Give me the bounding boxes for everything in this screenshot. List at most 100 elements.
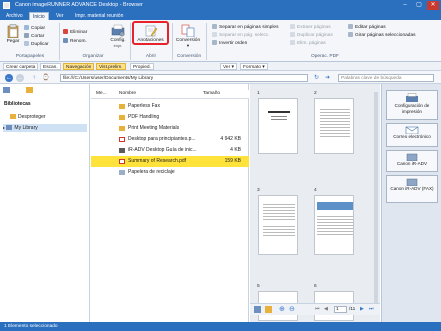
zoom-in-icon[interactable]: ⊕ (279, 305, 285, 313)
split-selected-icon (212, 32, 217, 38)
annotations-button[interactable]: Anotaciones (132, 21, 169, 45)
tab-inicio[interactable]: Inicio (29, 12, 49, 20)
history-icon[interactable]: ⌚ (42, 74, 50, 82)
group-label-portapapeles: Portapapeles (15, 54, 45, 59)
email-icon (405, 126, 419, 134)
cut-button[interactable]: Cortar (24, 33, 44, 40)
file-row[interactable]: Papelera de reciclaje (91, 167, 249, 178)
duplicate-button[interactable]: Duplicar (24, 41, 49, 48)
file-name: Desktop para principiantes.p... (128, 136, 196, 142)
delete-pages-button[interactable]: Elim. páginas (290, 40, 326, 47)
chevron-right-icon[interactable]: ▸ (3, 125, 5, 130)
page-thumbnail[interactable] (314, 98, 354, 154)
rotate-pages-button[interactable]: Girar páginas seleccionadas (348, 32, 416, 39)
printer-settings-icon (111, 24, 125, 37)
print-settings-output-button[interactable]: Configuración de impresión (386, 90, 438, 120)
back-arrow-icon[interactable]: ← (5, 74, 13, 82)
file-row[interactable]: Desktop para principiantes.p... 4 942 KB (91, 134, 249, 145)
close-icon[interactable]: ✕ (427, 1, 439, 10)
page-thumbnail[interactable] (314, 195, 354, 255)
zoom-out-icon[interactable]: ⊖ (289, 305, 295, 313)
chevron-down-icon: ▾ (262, 65, 265, 70)
thumbnail-view-icon[interactable] (254, 306, 261, 313)
delete-pages-label: Elim. páginas (297, 41, 326, 46)
split-pages-button[interactable]: Separar en páginas simples (212, 24, 278, 31)
page-thumbnail[interactable] (258, 195, 298, 255)
folder-icon (119, 126, 125, 131)
page-number-input[interactable]: 1 (334, 306, 347, 313)
edit-pages-icon (348, 24, 353, 30)
file-row[interactable]: PDF Handling (91, 112, 249, 123)
prev-page-icon[interactable]: ◀ (324, 306, 328, 312)
delete-pages-icon (290, 40, 295, 46)
conversion-button[interactable]: Conversión ▼ (174, 24, 202, 48)
address-input[interactable]: file:///C:/Users/user/Documents/My Libra… (60, 74, 308, 82)
file-row[interactable]: Paperless Fax (91, 101, 249, 112)
print-settings-button[interactable]: Config. impr. (108, 24, 128, 48)
file-size: 159 KB (224, 158, 241, 164)
preview-toggle[interactable]: Vist.prelim. (96, 63, 126, 70)
reverse-order-button[interactable]: Invertir orden (212, 40, 247, 47)
single-page-view-icon[interactable] (265, 306, 272, 313)
maximize-icon[interactable]: ▢ (413, 1, 425, 10)
paste-label: Pegar (6, 39, 20, 44)
email-output-button[interactable]: Correo electrónico (386, 123, 438, 147)
preview-scrollbar[interactable] (374, 92, 378, 312)
rotate-icon (348, 32, 353, 38)
copy-button[interactable]: Copiar (24, 25, 45, 32)
delete-label: Eliminar (70, 30, 88, 35)
convert-icon (181, 24, 195, 37)
output-label: Canon iR-ADV (FAX) (390, 186, 434, 191)
column-name[interactable]: Nombre (119, 91, 136, 96)
up-arrow-icon[interactable]: ↑ (30, 74, 38, 82)
extract-pages-button[interactable]: Extraer páginas (290, 24, 331, 31)
page-number: 2 (314, 91, 317, 96)
minimize-icon[interactable]: – (399, 1, 411, 10)
column-size[interactable]: Tamaño (203, 91, 220, 96)
window-title: Canon imageRUNNER ADVANCE Desktop - Brow… (15, 2, 143, 8)
tree-item-my-library[interactable]: ▸ My Library (3, 124, 87, 132)
tab-ver[interactable]: Ver (53, 12, 67, 20)
tab-impr-material-reunion[interactable]: Impr. material reunión (72, 12, 126, 20)
edit-pages-button[interactable]: Editar páginas (348, 24, 386, 31)
page-number: 5 (257, 284, 260, 289)
canon-device-button[interactable]: Canon iR-ADV (386, 150, 438, 172)
rotate-pages-label: Girar páginas seleccionadas (355, 33, 416, 38)
next-page-icon[interactable]: ▶ (360, 306, 364, 312)
navigation-toggle[interactable]: Navegación (63, 63, 95, 70)
column-me[interactable]: Me... (96, 91, 107, 96)
tree-item-desproteger[interactable]: Desproteger (10, 113, 46, 121)
favorites-tab-icon[interactable] (26, 87, 33, 93)
duplicate-icon (24, 41, 29, 47)
delete-button[interactable]: Eliminar (63, 29, 87, 36)
group-label-organizar: Organizar (82, 54, 104, 59)
go-icon[interactable]: ➜ (323, 74, 332, 82)
format-dropdown[interactable]: Formato ▾ (240, 63, 268, 70)
view-dropdown[interactable]: Ver ▾ (220, 63, 237, 70)
paste-button[interactable]: Pegar (4, 24, 22, 44)
forward-arrow-icon[interactable]: → (16, 74, 24, 82)
group-label-conversion: Conversión (176, 54, 202, 59)
file-row-selected[interactable]: Summary of Research.pdf 159 KB (91, 156, 249, 167)
edit-pages-label: Editar páginas (355, 25, 386, 30)
file-row[interactable]: iR-ADV Desktop Guía de inic... 4 KB (91, 145, 249, 156)
search-input[interactable]: Palabras clave de búsqueda (338, 74, 434, 82)
group-label-abrir: Abrir (145, 54, 157, 59)
library-tab-icon[interactable] (3, 87, 10, 93)
rename-button[interactable]: Renom. (63, 38, 87, 45)
duplicate-pages-button[interactable]: Duplicar páginas (290, 32, 333, 39)
split-selected-button[interactable]: Separar en pág. selecc. (212, 32, 270, 39)
properties-button[interactable]: Propied. (130, 63, 154, 70)
canon-fax-button[interactable]: Canon iR-ADV (FAX) (386, 175, 438, 203)
file-row[interactable]: Print Meeting Materials (91, 123, 249, 134)
scan-button[interactable]: Escan. (40, 63, 61, 70)
last-page-icon[interactable]: ⏭ (369, 306, 374, 312)
output-label: Configuración de impresión (394, 103, 430, 114)
first-page-icon[interactable]: ⏮ (315, 306, 320, 312)
refresh-icon[interactable]: ↻ (312, 74, 321, 82)
ribbon: Pegar Copiar Cortar Duplicar Portapapele… (0, 20, 441, 62)
tab-archivo[interactable]: Archivo (3, 12, 26, 20)
page-thumbnail[interactable] (258, 98, 298, 154)
output-bar: Configuración de impresión Correo electr… (381, 84, 441, 322)
create-folder-button[interactable]: Crear carpeta (3, 63, 39, 70)
